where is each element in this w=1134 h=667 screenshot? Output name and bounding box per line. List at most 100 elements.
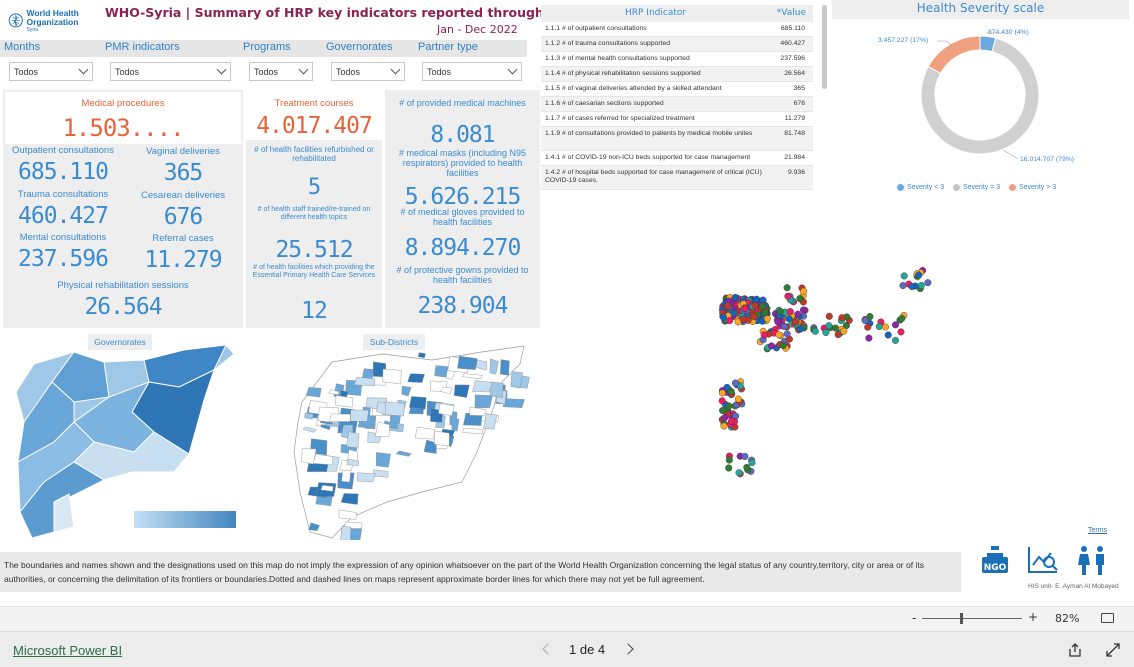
location-marker[interactable]: [735, 469, 743, 477]
table-row[interactable]: 1.1.4 # of physical rehabilitation sessi…: [541, 67, 813, 82]
location-marker[interactable]: [784, 292, 792, 300]
subdistrict-area[interactable]: [502, 398, 525, 408]
location-marker[interactable]: [759, 296, 767, 304]
location-marker[interactable]: [822, 328, 830, 336]
subdistrict-area[interactable]: [462, 428, 484, 434]
table-row[interactable]: 1.1.1 # of outpatient consultations 685.1…: [541, 22, 813, 37]
table-row[interactable]: 1.4.2 # of hospital beds supported for c…: [541, 166, 813, 190]
location-marker[interactable]: [725, 464, 733, 472]
subdistrict-area[interactable]: [353, 376, 376, 387]
location-marker[interactable]: [750, 313, 758, 321]
location-marker[interactable]: [719, 313, 727, 321]
location-marker[interactable]: [861, 317, 869, 325]
location-marker[interactable]: [731, 294, 739, 302]
subdistrict-area[interactable]: [340, 526, 352, 540]
location-marker[interactable]: [779, 341, 787, 349]
location-marker[interactable]: [924, 279, 932, 287]
location-marker[interactable]: [720, 422, 728, 430]
location-marker[interactable]: [831, 324, 839, 332]
location-marker[interactable]: [796, 325, 804, 333]
location-marker[interactable]: [900, 272, 908, 280]
fit-to-page-icon[interactable]: [1101, 613, 1114, 623]
subdistrict-area[interactable]: [357, 472, 377, 483]
subdistrict-area[interactable]: [500, 359, 510, 376]
location-marker[interactable]: [730, 309, 738, 317]
legend-severity-eq3[interactable]: Severity = 3: [953, 184, 1000, 191]
location-marker[interactable]: [891, 336, 899, 344]
location-marker[interactable]: [838, 314, 846, 322]
subdistrict-area[interactable]: [382, 401, 405, 417]
location-marker[interactable]: [725, 402, 733, 410]
subdistrict-area[interactable]: [472, 380, 493, 393]
subdistrict-area[interactable]: [373, 469, 389, 478]
location-marker[interactable]: [721, 414, 729, 422]
location-marker[interactable]: [759, 302, 767, 310]
table-row[interactable]: 1.1.7 # of cases referred for specialize…: [541, 112, 813, 127]
location-marker[interactable]: [727, 387, 735, 395]
partner-dropdown[interactable]: Todos: [422, 62, 522, 81]
location-marker[interactable]: [796, 295, 804, 303]
governorates-map[interactable]: [14, 342, 236, 540]
location-marker[interactable]: [775, 331, 783, 339]
subdistrict-area[interactable]: [305, 387, 322, 398]
location-marker[interactable]: [881, 323, 889, 331]
subdistrict-area[interactable]: [376, 452, 391, 468]
subdistrict-area[interactable]: [409, 396, 427, 410]
location-marker[interactable]: [783, 284, 791, 292]
legend-severity-lt3[interactable]: Severity < 3: [897, 184, 944, 191]
legend-severity-gt3[interactable]: Severity > 3: [1009, 184, 1056, 191]
table-row[interactable]: 1.1.2 # of trauma consultations supporte…: [541, 37, 813, 52]
location-marker[interactable]: [917, 281, 925, 289]
location-marker[interactable]: [760, 331, 768, 339]
share-icon[interactable]: [1067, 642, 1083, 658]
subdistrict-area[interactable]: [329, 413, 351, 422]
location-marker[interactable]: [780, 323, 788, 331]
gender-icon[interactable]: [1075, 545, 1109, 577]
location-marker[interactable]: [735, 395, 743, 403]
table-row[interactable]: 1.4.1 # of COVID-19 non-ICU beds support…: [541, 151, 813, 166]
subdistrict-area[interactable]: [457, 355, 478, 370]
ngo-icon[interactable]: NGO: [980, 545, 1010, 577]
location-marker[interactable]: [811, 327, 819, 335]
subdistrict-area[interactable]: [346, 431, 360, 449]
table-row[interactable]: 1.1.6 # of caesarian sections supported 6…: [541, 97, 813, 112]
location-marker[interactable]: [776, 307, 784, 315]
fullscreen-icon[interactable]: [1105, 642, 1121, 658]
location-marker[interactable]: [792, 318, 800, 326]
location-marker[interactable]: [783, 330, 791, 338]
subdistricts-map[interactable]: [292, 342, 532, 540]
location-marker[interactable]: [741, 305, 749, 313]
location-marker[interactable]: [743, 463, 751, 471]
location-marker[interactable]: [794, 310, 802, 318]
location-marker[interactable]: [718, 389, 726, 397]
subdistrict-area[interactable]: [382, 368, 402, 385]
column-header-indicator[interactable]: HRP Indicator: [625, 8, 686, 18]
location-marker[interactable]: [786, 308, 794, 316]
zoom-out-button[interactable]: -: [912, 611, 916, 625]
location-marker[interactable]: [732, 379, 740, 387]
power-bi-brand-link[interactable]: Microsoft Power BI: [13, 643, 122, 658]
pmr-dropdown[interactable]: Todos: [110, 62, 231, 81]
location-marker[interactable]: [753, 295, 761, 303]
subdistrict-area[interactable]: [434, 430, 450, 447]
location-marker[interactable]: [825, 322, 833, 330]
location-marker[interactable]: [724, 302, 732, 310]
zoom-in-button[interactable]: +: [1028, 610, 1038, 624]
subdistrict-area[interactable]: [454, 384, 470, 398]
subdistrict-area[interactable]: [474, 394, 493, 409]
location-marker[interactable]: [875, 323, 883, 331]
zoom-slider-thumb[interactable]: [960, 613, 963, 624]
location-marker[interactable]: [767, 342, 775, 350]
terms-link[interactable]: Terms: [1088, 527, 1107, 534]
subdistrict-area[interactable]: [350, 409, 369, 422]
location-marker[interactable]: [897, 328, 905, 336]
programs-dropdown[interactable]: Todos: [249, 62, 313, 81]
location-marker[interactable]: [739, 315, 747, 323]
location-marker[interactable]: [726, 317, 734, 325]
governorates-dropdown[interactable]: Todos: [331, 62, 405, 81]
location-marker[interactable]: [864, 323, 872, 331]
subdistrict-area[interactable]: [407, 373, 425, 383]
column-header-value[interactable]: *Value: [777, 8, 806, 18]
location-marker[interactable]: [899, 282, 907, 290]
location-marker[interactable]: [840, 327, 848, 335]
